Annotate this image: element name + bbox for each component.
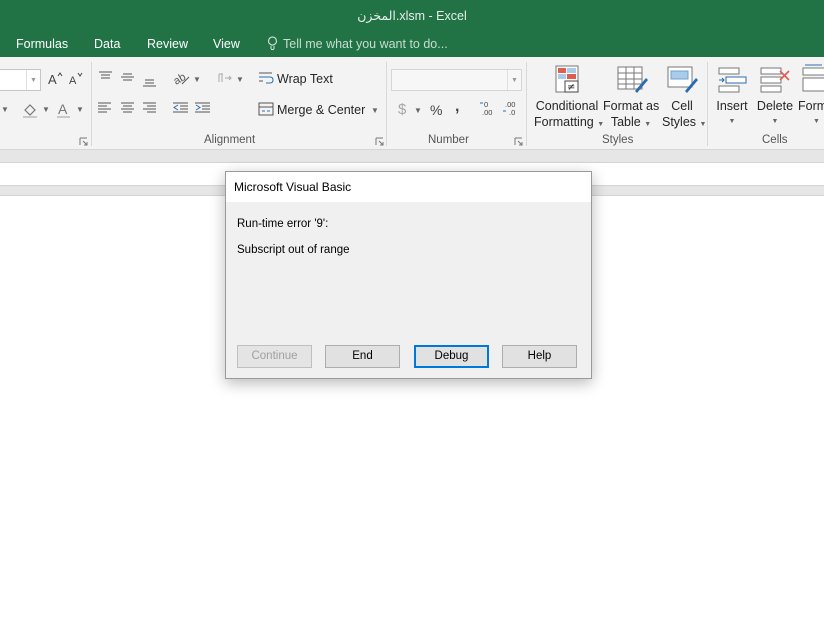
chevron-down-icon: ▼ <box>699 121 707 128</box>
chevron-down-icon: ▼ <box>26 70 40 90</box>
decrease-decimal-icon[interactable]: .00 .0 <box>502 99 520 117</box>
text-direction-icon <box>218 73 232 82</box>
conditional-formatting-icon: ≠ <box>555 65 579 93</box>
number-group-label: Number <box>428 134 469 146</box>
percent-style-icon[interactable]: % <box>430 102 442 118</box>
error-message-text: Subscript out of range <box>237 244 350 256</box>
chevron-down-icon: ▼ <box>813 118 820 125</box>
ribbon: ▼ A A ▼ ▼ A ▼ ab ▼ ▼ Wrap Text Merge & C… <box>0 57 824 150</box>
alignment-group-label: Alignment <box>204 134 256 146</box>
orientation-icon[interactable]: ab <box>172 69 192 87</box>
chevron-down-icon[interactable]: ▼ <box>193 75 201 84</box>
group-separator <box>91 62 92 146</box>
delete-label: Delete <box>756 99 794 113</box>
insert-button[interactable]: Insert ▼ <box>714 98 750 130</box>
conditional-formatting-label-2: Formatting <box>534 115 594 129</box>
align-center-icon[interactable] <box>120 101 135 115</box>
tab-view[interactable]: View <box>213 37 240 51</box>
conditional-formatting-label-1: Conditional <box>535 99 599 113</box>
chevron-down-icon: ▼ <box>771 118 779 125</box>
font-color-icon[interactable]: A <box>56 101 72 119</box>
wrap-text-icon <box>259 72 274 84</box>
tab-formulas[interactable]: Formulas <box>16 37 68 51</box>
tell-me-placeholder: Tell me what you want to do... <box>283 36 448 51</box>
svg-text:.0: .0 <box>509 108 515 117</box>
cells-group-label: Cells <box>762 134 788 146</box>
currency-icon[interactable]: $ <box>398 101 406 118</box>
cell-styles-button[interactable]: Cell Styles ▼ <box>662 98 706 133</box>
delete-button[interactable]: Delete ▼ <box>756 98 794 130</box>
chevron-down-icon[interactable]: ▼ <box>414 106 422 115</box>
window-title: المخزن.xlsm - Excel <box>357 9 467 23</box>
dialog-launcher-icon[interactable] <box>375 137 384 146</box>
chevron-down-icon: ▼ <box>236 75 244 84</box>
align-left-icon[interactable] <box>97 101 112 115</box>
vba-error-dialog: Microsoft Visual Basic Run-time error '9… <box>225 171 592 379</box>
format-cells-icon <box>802 64 824 92</box>
middle-align-icon[interactable] <box>120 70 135 84</box>
align-right-icon[interactable] <box>142 101 157 115</box>
window-title-bar: المخزن.xlsm - Excel <box>0 0 824 32</box>
tab-data[interactable]: Data <box>94 37 120 51</box>
lightbulb-icon <box>267 36 278 51</box>
merge-center-icon <box>258 102 274 116</box>
svg-text:A: A <box>58 101 68 117</box>
increase-indent-icon[interactable] <box>194 101 211 115</box>
group-separator <box>386 62 387 146</box>
continue-button: Continue <box>237 345 312 368</box>
error-code-text: Run-time error '9': <box>237 218 329 230</box>
format-as-table-label-1: Format as <box>603 99 660 113</box>
format-button[interactable]: Form ▼ <box>798 98 824 130</box>
dialog-launcher-icon[interactable] <box>79 137 88 146</box>
cell-styles-label-1: Cell <box>671 99 693 113</box>
chevron-down-icon[interactable]: ▼ <box>1 105 9 114</box>
tell-me-box[interactable]: Tell me what you want to do... <box>267 36 448 51</box>
decrease-indent-icon[interactable] <box>172 101 189 115</box>
chevron-down-icon[interactable]: ▼ <box>371 106 379 115</box>
ribbon-tab-bar: Formulas Data Review View Tell me what y… <box>0 32 824 57</box>
increase-font-size-icon[interactable]: A <box>47 70 63 86</box>
dialog-title: Microsoft Visual Basic <box>226 172 591 202</box>
font-size-combo[interactable]: ▼ <box>0 69 41 91</box>
bottom-align-icon[interactable] <box>142 70 157 88</box>
svg-text:.00: .00 <box>482 108 492 117</box>
cell-styles-icon <box>667 66 698 93</box>
chevron-down-icon: ▼ <box>644 121 652 128</box>
ribbon-bottom-strip <box>0 150 824 162</box>
chevron-down-icon[interactable]: ▼ <box>76 105 84 114</box>
dialog-launcher-icon[interactable] <box>514 137 523 146</box>
chevron-down-icon: ▼ <box>507 70 521 90</box>
cell-styles-label-2: Styles <box>662 115 697 129</box>
svg-text:≠: ≠ <box>567 82 575 93</box>
decrease-font-size-icon[interactable]: A <box>68 70 84 86</box>
format-as-table-icon <box>617 66 648 93</box>
end-button[interactable]: End <box>325 345 400 368</box>
number-format-combo[interactable]: ▼ <box>391 69 522 91</box>
wrap-text-button[interactable]: Wrap Text <box>277 72 333 86</box>
insert-cells-icon <box>718 67 747 93</box>
chevron-down-icon[interactable]: ▼ <box>42 105 50 114</box>
group-separator <box>526 62 527 146</box>
format-label: Form <box>798 99 824 113</box>
format-as-table-button[interactable]: Format as Table ▼ <box>603 98 659 133</box>
fill-color-icon[interactable] <box>21 101 39 119</box>
conditional-formatting-button[interactable]: Conditional Formatting ▼ <box>534 98 604 133</box>
styles-group-label: Styles <box>602 134 634 146</box>
debug-button[interactable]: Debug <box>414 345 489 368</box>
chevron-down-icon: ▼ <box>728 118 736 125</box>
merge-center-button[interactable]: Merge & Center <box>277 103 365 117</box>
tab-review[interactable]: Review <box>147 37 188 51</box>
svg-text:A: A <box>48 72 57 86</box>
comma-style-icon[interactable]: , <box>455 98 459 116</box>
svg-text:A: A <box>69 75 77 86</box>
increase-decimal-icon[interactable]: 0 .00 <box>479 99 497 117</box>
format-as-table-label-2: Table <box>610 115 641 129</box>
top-align-icon[interactable] <box>98 70 113 84</box>
delete-cells-icon <box>760 67 790 93</box>
help-button[interactable]: Help <box>502 345 577 368</box>
svg-text:ab: ab <box>172 71 188 87</box>
group-separator <box>707 62 708 146</box>
insert-label: Insert <box>716 99 748 113</box>
